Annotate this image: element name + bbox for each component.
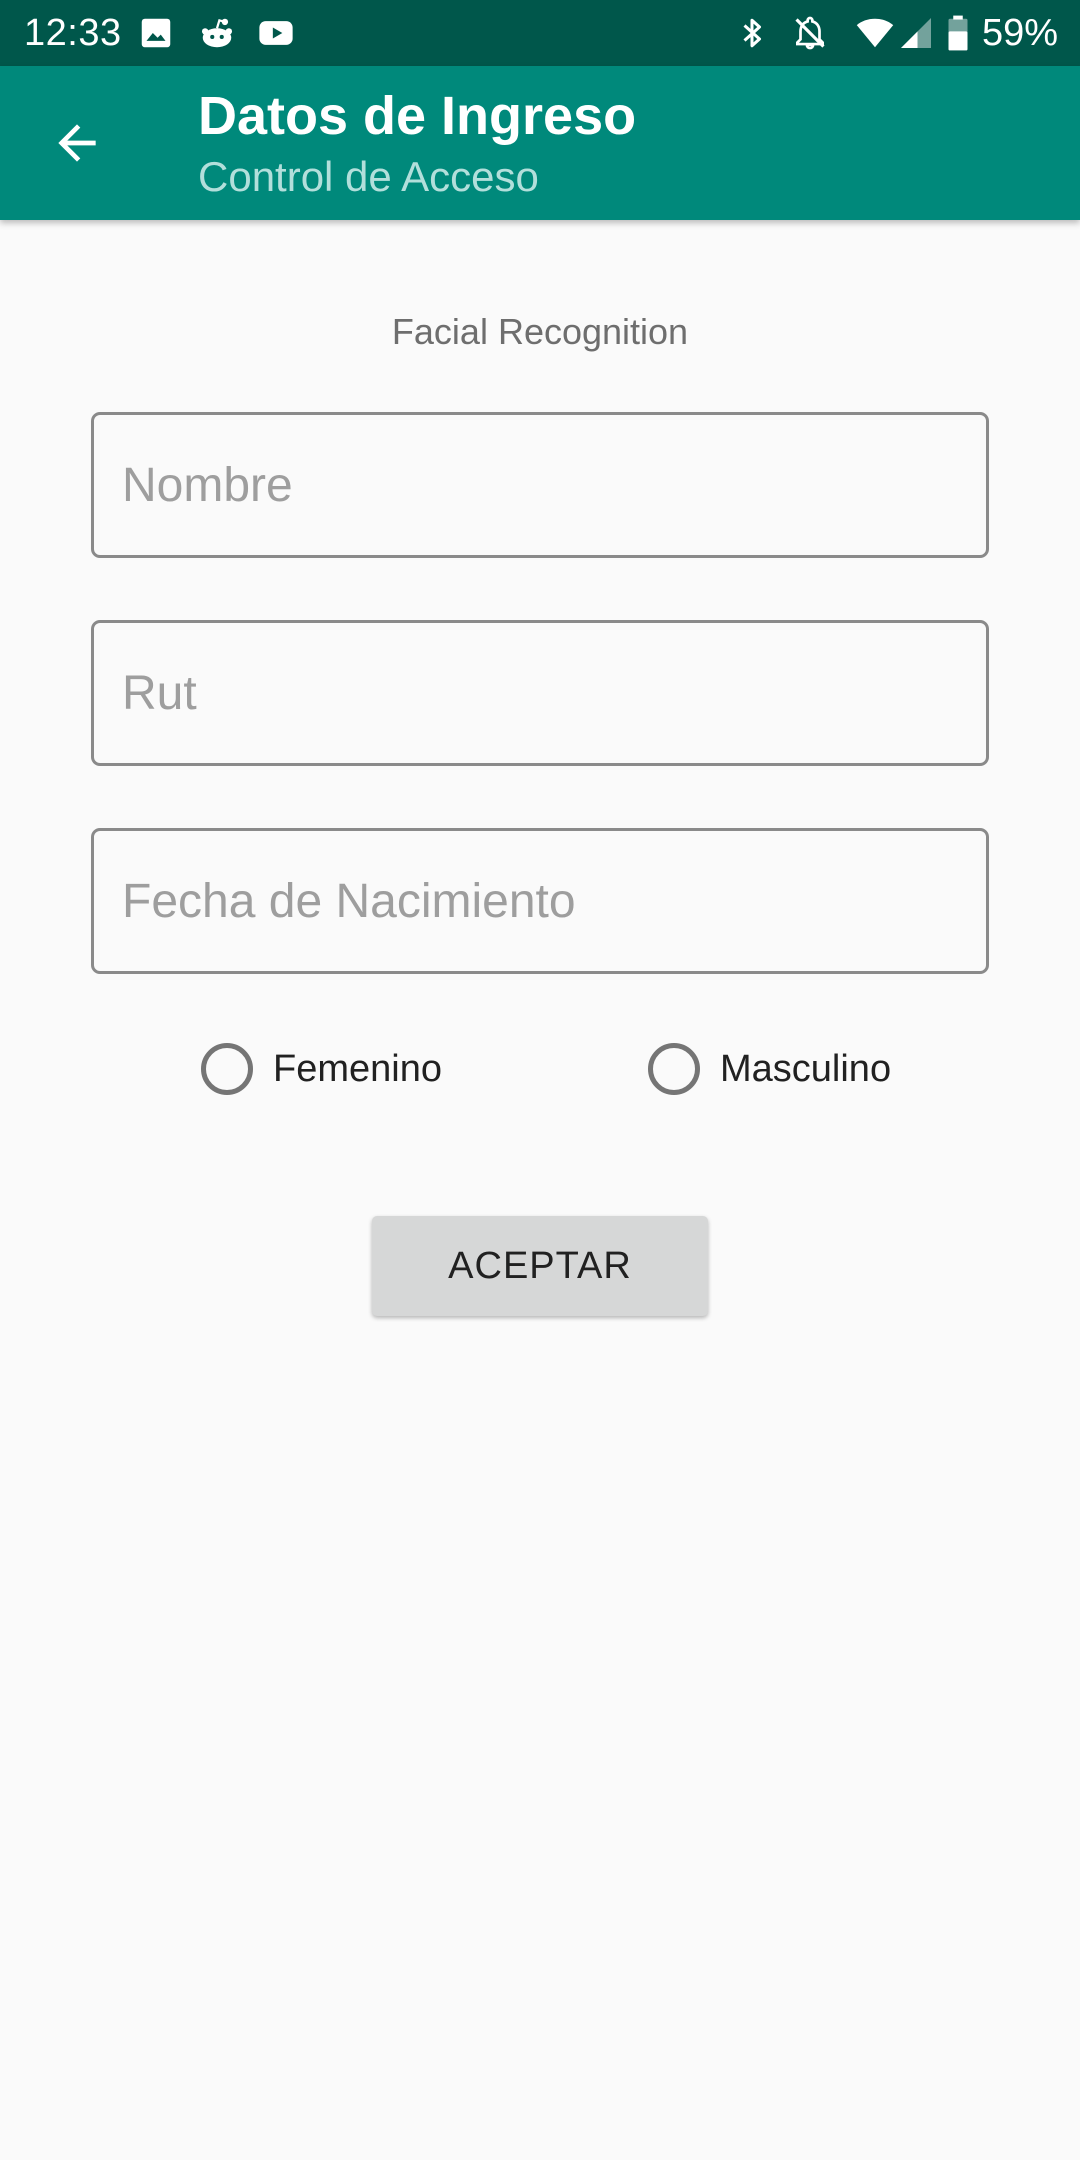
radio-femenino[interactable]: Femenino <box>201 1040 442 1098</box>
image-icon <box>141 18 171 48</box>
nombre-input[interactable] <box>91 412 989 558</box>
notifications-off-icon <box>795 16 825 50</box>
app-bar: Datos de Ingreso Control de Acceso <box>0 66 1080 220</box>
fecha-nacimiento-input[interactable] <box>91 828 989 974</box>
accept-button[interactable]: ACEPTAR <box>372 1216 708 1316</box>
cellular-signal-icon <box>901 18 931 48</box>
radio-circle-femenino[interactable] <box>201 1043 253 1095</box>
radio-label-femenino: Femenino <box>273 1047 442 1090</box>
radio-label-masculino: Masculino <box>720 1047 892 1090</box>
youtube-icon <box>259 21 293 45</box>
status-bar: 12:33 59% <box>0 0 1080 66</box>
status-time: 12:33 <box>24 12 122 54</box>
reddit-icon <box>201 18 233 48</box>
page-subtitle: Control de Acceso <box>198 153 539 200</box>
radio-circle-masculino[interactable] <box>648 1043 700 1095</box>
battery-icon <box>948 15 968 51</box>
section-label: Facial Recognition <box>391 311 689 352</box>
arrow-back-icon <box>58 124 96 162</box>
bluetooth-icon <box>743 18 761 48</box>
wifi-icon <box>856 18 894 48</box>
battery-percent: 59% <box>981 12 1058 54</box>
page-title: Datos de Ingreso <box>198 86 637 146</box>
rut-input[interactable] <box>91 620 989 766</box>
back-button[interactable] <box>30 96 124 190</box>
radio-masculino[interactable]: Masculino <box>648 1040 891 1098</box>
